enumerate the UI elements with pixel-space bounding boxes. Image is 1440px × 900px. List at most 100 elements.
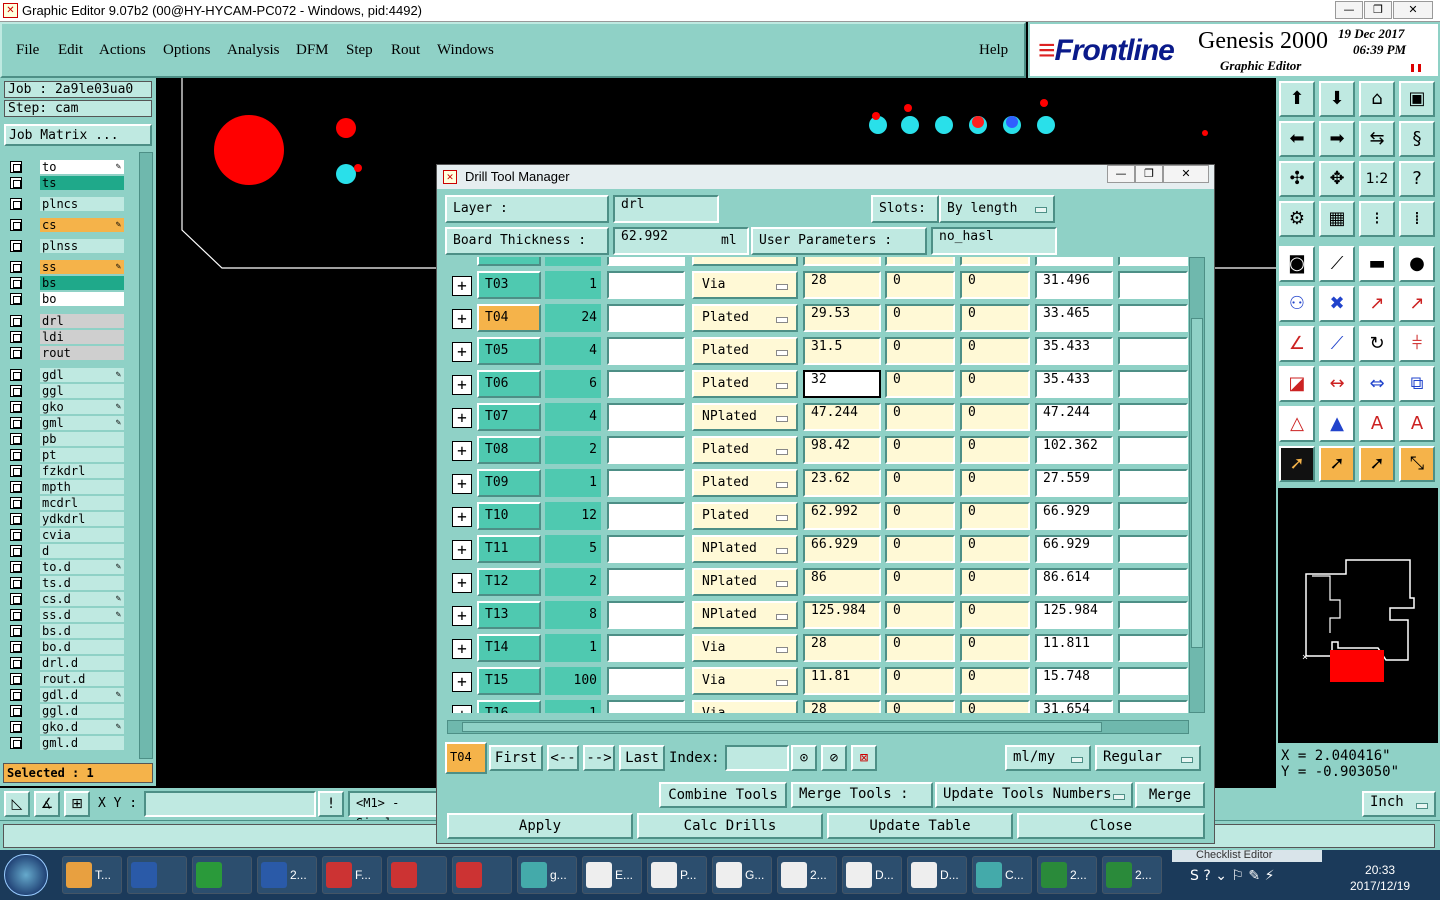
one-to-two-icon[interactable]: 1:2	[1359, 161, 1395, 197]
taskbar-item[interactable]	[452, 856, 512, 894]
layer-checkbox[interactable]	[10, 609, 22, 621]
layer-row-pt[interactable]: pt	[7, 448, 125, 462]
layer-row-ggl[interactable]: ggl	[7, 384, 125, 398]
alert-icon[interactable]: !	[318, 791, 344, 817]
user-parameters-input[interactable]: no_hasl	[931, 227, 1057, 255]
angle-measure-icon[interactable]: ∡	[34, 791, 60, 817]
drill-size-input[interactable]: 31.654	[1035, 700, 1113, 713]
angle-icon[interactable]: ∠	[1279, 326, 1315, 362]
drill-size-input[interactable]: 47.244	[1035, 403, 1113, 431]
layer-checkbox[interactable]	[10, 497, 22, 509]
layer-row-ss-d[interactable]: ss.d ✎	[7, 608, 125, 622]
plus-tolerance-input[interactable]: 0	[885, 436, 955, 464]
layer-row-cs-d[interactable]: cs.d ✎	[7, 592, 125, 606]
left-arrow-icon[interactable]: ⬅	[1279, 121, 1315, 157]
minus-tolerance-input[interactable]: 0	[960, 403, 1030, 431]
finish-size-input[interactable]: 31.5	[803, 337, 881, 365]
tool-comment-input[interactable]	[607, 436, 685, 464]
layer-checkbox[interactable]	[10, 657, 22, 669]
drill-size-input[interactable]: 125.984	[1035, 601, 1113, 629]
expand-icon[interactable]: +	[452, 408, 472, 428]
drill-size-input[interactable]: 11.811	[1035, 634, 1113, 662]
overview-map[interactable]: ×	[1278, 488, 1438, 743]
menu-edit[interactable]: Edit	[58, 42, 83, 59]
dialog-maximize-button[interactable]: ❐	[1135, 165, 1163, 183]
stretch-icon[interactable]: ↔	[1319, 366, 1355, 402]
layer-name[interactable]: fzkdrl	[40, 464, 124, 478]
layer-checkbox[interactable]	[10, 240, 22, 252]
finish-size-input[interactable]: 28	[803, 634, 881, 662]
layer-row-bs[interactable]: bs	[7, 276, 125, 290]
layer-name[interactable]: rout	[40, 346, 124, 360]
expand-icon[interactable]: +	[452, 507, 472, 527]
taskbar-item[interactable]: G...	[712, 856, 772, 894]
tool-number[interactable]: T06	[477, 370, 541, 398]
layer-checkbox[interactable]	[10, 705, 22, 717]
mode-dropdown[interactable]: Regular	[1095, 745, 1201, 771]
minus-tolerance-input[interactable]: 0	[960, 337, 1030, 365]
help-icon[interactable]: ?	[1399, 161, 1435, 197]
tool-comment-input[interactable]	[607, 601, 685, 629]
connect-icon[interactable]: ⚇	[1279, 286, 1315, 322]
menu-options[interactable]: Options	[163, 42, 211, 59]
layer-checkbox[interactable]	[10, 673, 22, 685]
start-button[interactable]	[4, 854, 48, 896]
finish-size-input[interactable]: 28	[803, 271, 881, 299]
tool-number[interactable]: T04	[477, 304, 541, 332]
system-clock[interactable]: 20:33 2017/12/19	[1350, 862, 1410, 894]
layer-list-scrollbar[interactable]	[139, 152, 153, 759]
tool-comment-input[interactable]	[607, 403, 685, 431]
tool-number[interactable]: T14	[477, 634, 541, 662]
expand-icon[interactable]: +	[452, 276, 472, 296]
units-menu[interactable]: Inch	[1362, 791, 1436, 817]
tool-extra-input[interactable]	[1118, 271, 1188, 299]
layer-name[interactable]: ldi	[40, 330, 124, 344]
tool-type-menu[interactable]: Via	[692, 634, 798, 662]
tool-comment-input[interactable]	[607, 667, 685, 695]
tool-extra-input[interactable]	[1118, 502, 1188, 530]
finish-size-input[interactable]: 32	[803, 370, 881, 398]
edit-icon[interactable]: ⊘	[821, 745, 847, 771]
fit-window-icon[interactable]: ▣	[1399, 81, 1435, 117]
minus-tolerance-input[interactable]: 0	[960, 700, 1030, 713]
expand-icon[interactable]: +	[452, 441, 472, 461]
layer-row-rout[interactable]: rout	[7, 346, 125, 360]
layer-row-pb[interactable]: pb	[7, 432, 125, 446]
expand-icon[interactable]: +	[452, 606, 472, 626]
line-icon[interactable]: ⟋	[1319, 246, 1355, 282]
table-vertical-scrollbar[interactable]	[1189, 257, 1205, 713]
layer-name[interactable]: mpth	[40, 480, 124, 494]
layer-row-gdl-d[interactable]: gdl.d ✎	[7, 688, 125, 702]
finish-size-input[interactable]: 125.984	[803, 601, 881, 629]
plus-tolerance-input[interactable]: 0	[885, 667, 955, 695]
expand-icon[interactable]: +	[452, 672, 472, 692]
menu-help[interactable]: Help	[979, 42, 1008, 59]
layer-checkbox[interactable]	[10, 293, 22, 305]
measure-icon[interactable]: ◺	[4, 791, 30, 817]
layer-row-gko[interactable]: gko ✎	[7, 400, 125, 414]
tool-type-menu[interactable]: Via	[692, 271, 798, 299]
layer-row-mcdrl[interactable]: mcdrl	[7, 496, 125, 510]
plus-tolerance-input[interactable]: 0	[885, 337, 955, 365]
expand-icon[interactable]: +	[452, 375, 472, 395]
tool-number[interactable]: T12	[477, 568, 541, 596]
slots-menu[interactable]: By length	[939, 195, 1055, 223]
select-net-icon[interactable]: ➚	[1359, 446, 1395, 482]
layer-row-plnss[interactable]: plnss	[7, 239, 125, 253]
layer-checkbox[interactable]	[10, 577, 22, 589]
layer-row-bo-d[interactable]: bo.d	[7, 640, 125, 654]
layer-row-fzkdrl[interactable]: fzkdrl	[7, 464, 125, 478]
layer-checkbox[interactable]	[10, 417, 22, 429]
taskbar-item[interactable]: D...	[907, 856, 967, 894]
finish-size-input[interactable]: 28	[803, 700, 881, 713]
snap-off-icon[interactable]: ⁞	[1399, 201, 1435, 237]
layer-name[interactable]: gdl ✎	[40, 368, 124, 382]
first-button[interactable]: First	[489, 745, 543, 771]
tool-extra-input[interactable]	[1118, 601, 1188, 629]
units-dropdown[interactable]: ml/my	[1005, 745, 1091, 771]
taskbar-item[interactable]: E...	[582, 856, 642, 894]
finish-size-input[interactable]: 86	[803, 568, 881, 596]
snap-grid-icon[interactable]: ⊞	[64, 791, 90, 817]
layer-row-d[interactable]: d	[7, 544, 125, 558]
tool-comment-input[interactable]	[607, 271, 685, 299]
